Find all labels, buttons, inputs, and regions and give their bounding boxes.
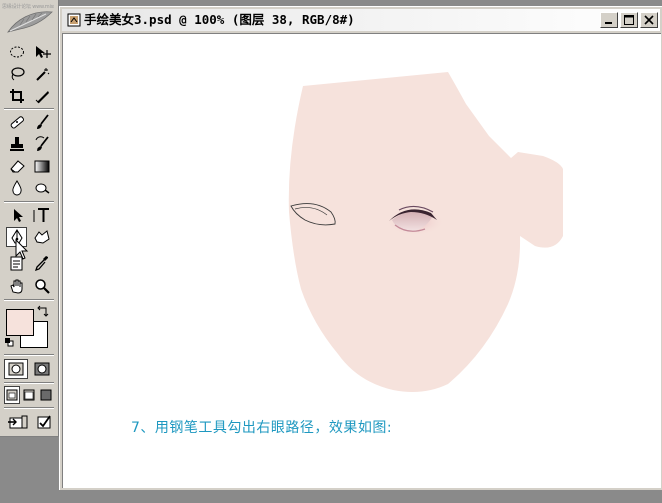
standard-mode-button[interactable] xyxy=(4,359,28,379)
history-brush-icon xyxy=(35,136,49,151)
screen-mode-icon xyxy=(6,389,18,401)
screen-mode-full-menu[interactable] xyxy=(21,386,37,404)
magic-wand-icon xyxy=(35,68,49,81)
psd-file-icon xyxy=(67,13,81,27)
toolbox-header: 思缘设计论坛 www.missyuan.com xyxy=(0,0,58,38)
default-colors-icon[interactable] xyxy=(4,337,14,347)
screen-mode-icon xyxy=(40,389,52,401)
zoom-icon xyxy=(34,279,50,294)
imageready-button[interactable] xyxy=(33,411,55,433)
document-title: 手绘美女3.psd @ 100% (图层 38, RGB/8#) xyxy=(84,12,355,27)
crop-tool[interactable] xyxy=(6,86,27,106)
toolbox-separator xyxy=(4,299,54,301)
toolbox-separator xyxy=(4,108,54,110)
document-window: 手绘美女3.psd @ 100% (图层 38, RGB/8#) 7、用钢笔工具… xyxy=(59,6,662,490)
swap-colors-icon[interactable] xyxy=(37,305,49,317)
move-icon xyxy=(35,46,51,58)
jump-to-imageready-button[interactable] xyxy=(5,411,31,433)
toolbox-separator xyxy=(4,407,54,409)
toolbox-separator xyxy=(4,201,54,203)
zoom-tool[interactable] xyxy=(31,276,52,296)
screen-mode-full[interactable] xyxy=(38,386,54,404)
minimize-button[interactable] xyxy=(600,12,618,28)
toolbox: 思缘设计论坛 www.missyuan.com xyxy=(0,0,59,437)
close-button[interactable] xyxy=(640,12,658,28)
slice-tool[interactable] xyxy=(31,86,52,106)
toolbox-separator xyxy=(4,382,54,384)
toolbox-separator xyxy=(4,354,54,356)
mouse-cursor-icon xyxy=(15,239,29,260)
crop-icon xyxy=(9,89,24,103)
brush-tool[interactable] xyxy=(31,112,52,132)
maximize-icon xyxy=(624,15,634,25)
image-canvas[interactable]: 7、用钢笔工具勾出右眼路径，效果如图: xyxy=(62,33,661,488)
healing-brush-tool[interactable] xyxy=(6,112,27,132)
eraser-icon xyxy=(9,160,25,173)
move-tool[interactable] xyxy=(31,42,52,62)
custom-shape-tool[interactable] xyxy=(31,227,52,247)
hand-icon xyxy=(9,279,22,294)
imageready-icon xyxy=(37,415,51,429)
eyedropper-tool[interactable] xyxy=(31,253,52,273)
quick-mask-icon xyxy=(34,362,50,376)
history-brush-tool[interactable] xyxy=(31,134,52,154)
stamp-icon xyxy=(9,137,24,151)
slice-icon xyxy=(35,91,49,104)
minimize-icon xyxy=(605,22,612,24)
feather-logo-icon xyxy=(7,11,53,33)
marquee-tool[interactable] xyxy=(6,42,27,62)
arrow-icon xyxy=(13,209,23,222)
eyedropper-icon xyxy=(34,256,48,271)
shape-icon xyxy=(33,230,50,244)
bandage-icon xyxy=(10,116,24,129)
jump-to-icon xyxy=(8,415,28,429)
type-tool[interactable] xyxy=(31,205,52,225)
magic-wand-tool[interactable] xyxy=(31,64,52,84)
standard-mode-icon xyxy=(8,362,24,376)
marquee-icon xyxy=(9,46,24,58)
type-icon xyxy=(33,208,49,222)
blur-tool[interactable] xyxy=(6,178,27,198)
clone-stamp-tool[interactable] xyxy=(6,134,27,154)
foreground-color-swatch[interactable] xyxy=(6,309,34,336)
lasso-tool[interactable] xyxy=(6,64,27,84)
close-icon xyxy=(644,15,654,25)
tutorial-caption: 7、用钢笔工具勾出右眼路径，效果如图: xyxy=(131,420,393,436)
eraser-tool[interactable] xyxy=(6,156,27,176)
gradient-icon xyxy=(34,160,49,173)
dodge-tool[interactable] xyxy=(31,178,52,198)
screen-mode-standard[interactable] xyxy=(4,386,20,404)
screen-mode-icon xyxy=(23,389,35,401)
hand-tool[interactable] xyxy=(6,276,27,296)
maximize-button[interactable] xyxy=(620,12,638,28)
dodge-icon xyxy=(35,183,49,194)
brush-icon xyxy=(36,114,49,129)
quick-mask-button[interactable] xyxy=(30,359,54,379)
lasso-icon xyxy=(10,67,25,81)
document-title-bar[interactable]: 手绘美女3.psd @ 100% (图层 38, RGB/8#) xyxy=(62,9,660,31)
gradient-tool[interactable] xyxy=(31,156,52,176)
drop-icon xyxy=(11,180,22,196)
path-selection-tool[interactable] xyxy=(6,205,27,225)
